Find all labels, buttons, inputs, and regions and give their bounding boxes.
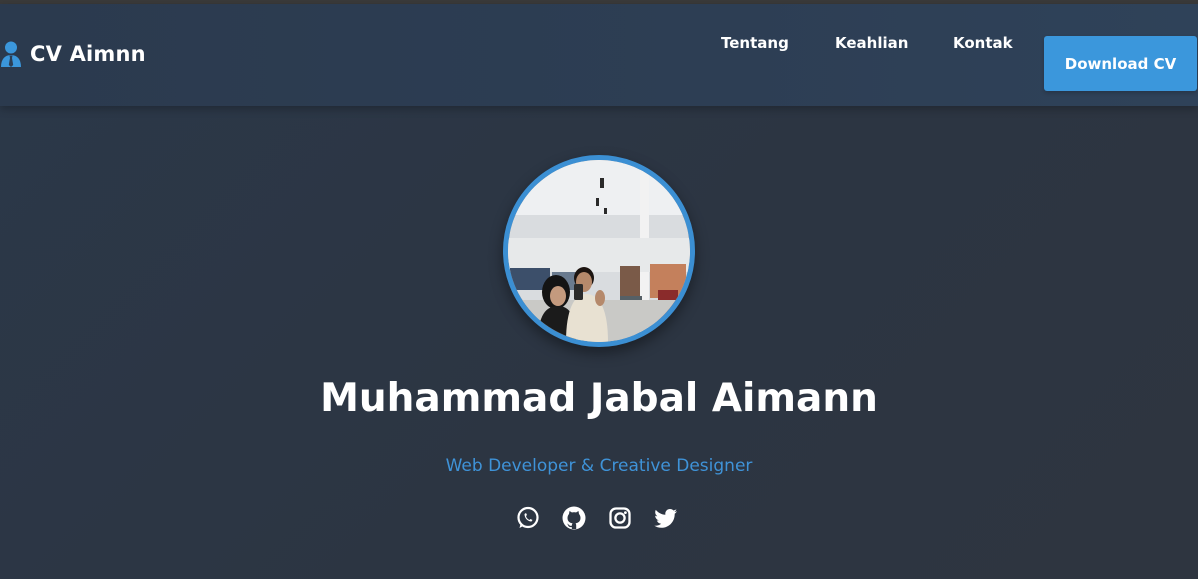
instagram-icon[interactable] <box>607 505 633 531</box>
nav-link-tentang[interactable]: Tentang <box>721 34 789 52</box>
profile-subtitle: Web Developer & Creative Designer <box>445 456 753 476</box>
profile-avatar <box>503 155 695 347</box>
user-tie-icon <box>0 41 22 67</box>
navbar: CV Aimnn Tentang Keahlian Kontak Downloa… <box>0 4 1198 106</box>
whatsapp-icon[interactable] <box>515 505 541 531</box>
download-cv-button[interactable]: Download CV <box>1044 36 1197 91</box>
twitter-icon[interactable] <box>653 505 679 531</box>
profile-name: Muhammad Jabal Aimann <box>320 376 878 421</box>
nav-link-kontak[interactable]: Kontak <box>953 34 1013 52</box>
page: CV Aimnn Tentang Keahlian Kontak Downloa… <box>0 0 1198 579</box>
brand-logo[interactable]: CV Aimnn <box>0 41 146 67</box>
github-icon[interactable] <box>561 505 587 531</box>
brand-title: CV Aimnn <box>30 42 146 66</box>
social-links <box>515 505 699 531</box>
nav-link-keahlian[interactable]: Keahlian <box>835 34 908 52</box>
